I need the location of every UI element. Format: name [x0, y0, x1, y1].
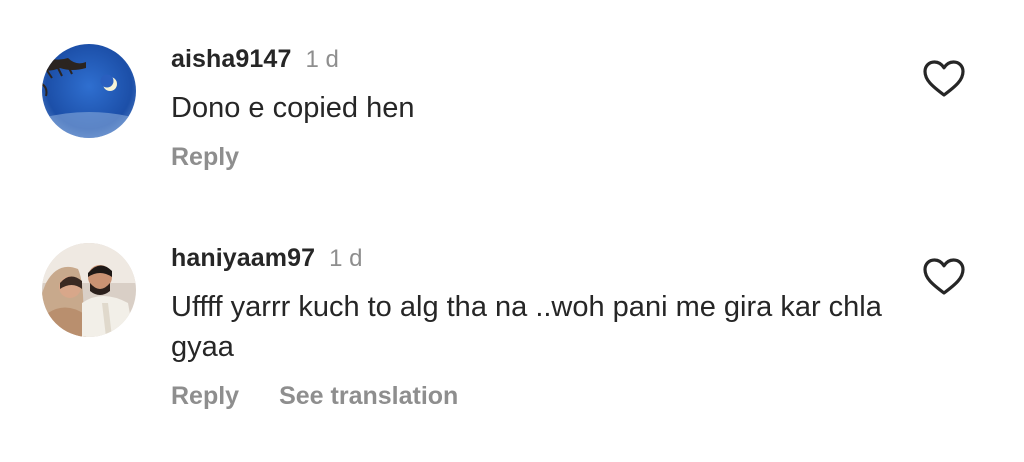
username-link[interactable]: haniyaam97 [171, 244, 315, 272]
comment-text: Uffff yarrr kuch to alg tha na ..woh pan… [171, 291, 882, 363]
user-avatar[interactable] [42, 243, 136, 337]
reply-button[interactable]: Reply [171, 382, 239, 410]
username-link[interactable]: aisha9147 [171, 45, 291, 73]
comment-age: 1 d [305, 46, 339, 73]
couple-photo-icon [42, 243, 136, 337]
reply-button[interactable]: Reply [171, 143, 239, 171]
user-avatar[interactable] [42, 44, 136, 138]
heart-outline-icon[interactable] [922, 59, 966, 99]
night-sky-moon-icon [42, 44, 136, 138]
see-translation-button[interactable]: See translation [279, 382, 458, 410]
comment-age: 1 d [329, 245, 363, 272]
comment-text: Dono e copied hen [171, 92, 415, 124]
heart-outline-icon[interactable] [922, 257, 966, 297]
